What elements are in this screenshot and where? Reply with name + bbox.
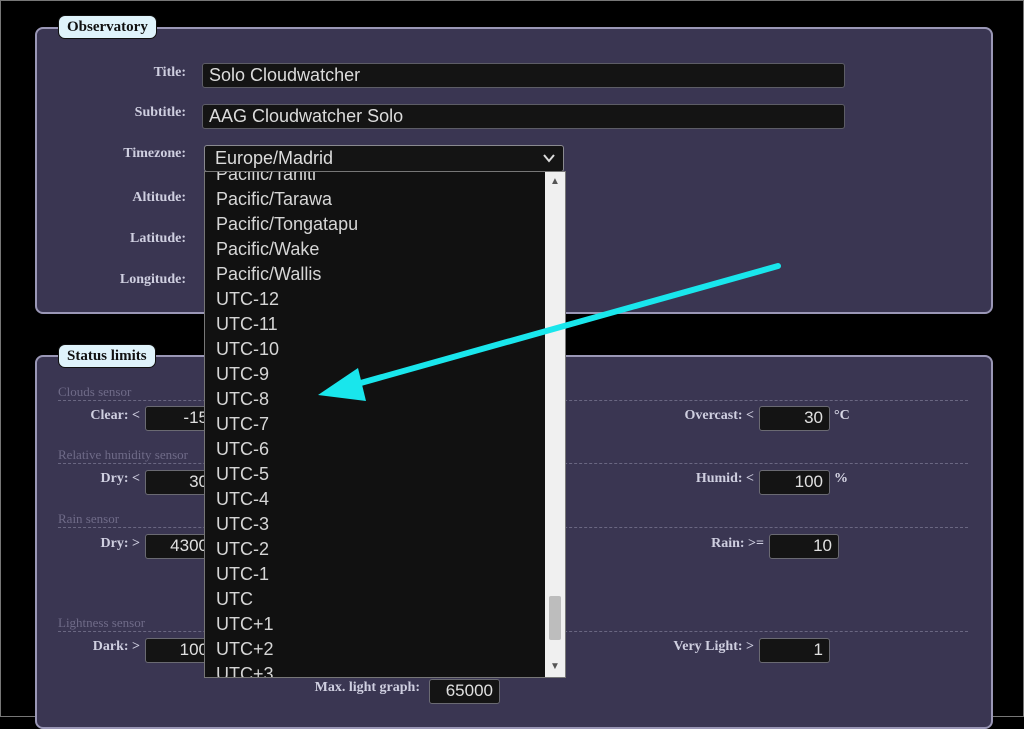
annotation-arrow bbox=[318, 263, 781, 401]
